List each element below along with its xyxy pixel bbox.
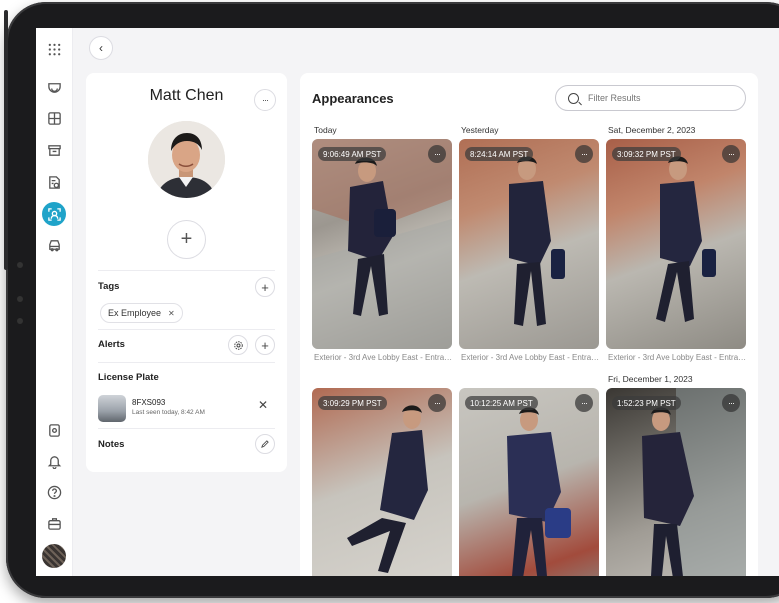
search-icon bbox=[568, 92, 579, 104]
person-figure bbox=[642, 388, 746, 576]
vehicle-icon[interactable] bbox=[42, 233, 66, 257]
vehicle-thumbnail bbox=[98, 395, 126, 422]
tag-label: Ex Employee bbox=[108, 308, 162, 318]
briefcase-icon[interactable] bbox=[42, 511, 66, 535]
plate-number: 8FXS093 bbox=[132, 398, 166, 407]
people-icon[interactable] bbox=[42, 202, 66, 226]
timestamp-badge: 10:12:25 AM PST bbox=[465, 396, 538, 410]
camera-caption: Exterior - 3rd Ave Lobby East - Entrance bbox=[608, 353, 748, 362]
divider bbox=[98, 270, 275, 271]
person-figure bbox=[656, 156, 716, 322]
remove-plate-button[interactable]: ✕ bbox=[258, 398, 268, 412]
person-figure bbox=[507, 407, 571, 576]
appearance-thumbnail[interactable]: 8:24:14 AM PST ··· bbox=[459, 139, 599, 349]
group-date-label: Today bbox=[314, 125, 337, 135]
thumbnail-more-button[interactable]: ··· bbox=[575, 394, 593, 412]
gear-icon bbox=[233, 340, 243, 350]
plate-last-seen: Last seen today, 8:42 AM bbox=[132, 409, 205, 416]
profile-panel: Matt Chen ··· + Tags + Ex Employee ✕ Ale… bbox=[86, 73, 287, 472]
report-icon[interactable] bbox=[42, 170, 66, 194]
tablet-sensor-dot bbox=[17, 318, 23, 324]
filter-input[interactable] bbox=[586, 92, 740, 104]
appearance-thumbnail[interactable]: 9:06:49 AM PST ··· bbox=[312, 139, 452, 349]
appearance-thumbnail[interactable]: 3:09:29 PM PST ··· bbox=[312, 388, 452, 576]
profile-photo bbox=[148, 121, 225, 198]
person-figure bbox=[347, 405, 428, 573]
app-screen: ‹ Matt Chen ··· + Tags + Ex Employee ✕ A… bbox=[36, 28, 779, 576]
camera-caption: Exterior - 3rd Ave Lobby East - Entrance bbox=[461, 353, 601, 362]
tags-title: Tags bbox=[98, 281, 120, 292]
divider bbox=[98, 329, 275, 330]
alerts-title: Alerts bbox=[98, 339, 125, 350]
timestamp-badge: 9:06:49 AM PST bbox=[318, 147, 387, 161]
back-button[interactable]: ‹ bbox=[89, 36, 113, 60]
help-icon[interactable] bbox=[42, 480, 66, 504]
camera-icon[interactable] bbox=[42, 75, 66, 99]
add-photo-button[interactable]: + bbox=[167, 220, 206, 259]
group-date-label: Fri, December 1, 2023 bbox=[608, 374, 693, 384]
profile-more-button[interactable]: ··· bbox=[254, 89, 276, 111]
alert-settings-button[interactable] bbox=[228, 335, 248, 355]
add-alert-button[interactable]: + bbox=[255, 335, 275, 355]
person-figure bbox=[312, 139, 452, 349]
bell-icon[interactable] bbox=[42, 449, 66, 473]
appearance-thumbnail[interactable]: 3:09:32 PM PST ··· bbox=[606, 139, 746, 349]
timestamp-badge: 1:52:23 PM PST bbox=[612, 396, 681, 410]
timestamp-badge: 3:09:29 PM PST bbox=[318, 396, 387, 410]
thumbnail-more-button[interactable]: ··· bbox=[722, 145, 740, 163]
chevron-left-icon: ‹ bbox=[99, 41, 103, 55]
filter-field[interactable] bbox=[555, 85, 746, 111]
group-date-label: Sat, December 2, 2023 bbox=[608, 125, 696, 135]
group-date-label: Yesterday bbox=[461, 125, 499, 135]
timestamp-badge: 8:24:14 AM PST bbox=[465, 147, 534, 161]
person-figure bbox=[509, 156, 565, 326]
divider bbox=[98, 428, 275, 429]
user-avatar[interactable] bbox=[42, 544, 66, 568]
appearance-thumbnail[interactable]: 10:12:25 AM PST ··· bbox=[459, 388, 599, 576]
apps-grid-icon[interactable] bbox=[42, 37, 66, 61]
camera-caption: Exterior - 3rd Ave Lobby East - Entrance bbox=[314, 353, 454, 362]
license-plate-title: License Plate bbox=[98, 372, 159, 383]
layout-icon[interactable] bbox=[42, 106, 66, 130]
tablet-edge bbox=[4, 10, 8, 270]
divider bbox=[98, 362, 275, 363]
thumbnail-more-button[interactable]: ··· bbox=[428, 394, 446, 412]
thumbnail-more-button[interactable]: ··· bbox=[575, 145, 593, 163]
timestamp-badge: 3:09:32 PM PST bbox=[612, 147, 681, 161]
thumbnail-more-button[interactable]: ··· bbox=[428, 145, 446, 163]
thumbnail-more-button[interactable]: ··· bbox=[722, 394, 740, 412]
appearances-panel: Appearances Today Yesterday Sat, Decembe… bbox=[300, 73, 758, 576]
tag-chip: Ex Employee ✕ bbox=[100, 303, 183, 323]
badge-icon[interactable] bbox=[42, 418, 66, 442]
appearance-thumbnail[interactable]: 1:52:23 PM PST ··· bbox=[606, 388, 746, 576]
edit-notes-button[interactable] bbox=[255, 434, 275, 454]
sidebar-rail bbox=[36, 28, 73, 576]
archive-icon[interactable] bbox=[42, 138, 66, 162]
pencil-icon bbox=[261, 440, 269, 448]
tablet-camera-dot bbox=[17, 262, 23, 268]
tablet-sensor-dot bbox=[17, 296, 23, 302]
appearances-title: Appearances bbox=[312, 91, 394, 106]
tag-remove-icon[interactable]: ✕ bbox=[168, 309, 175, 318]
notes-title: Notes bbox=[98, 439, 125, 450]
add-tag-button[interactable]: + bbox=[255, 277, 275, 297]
